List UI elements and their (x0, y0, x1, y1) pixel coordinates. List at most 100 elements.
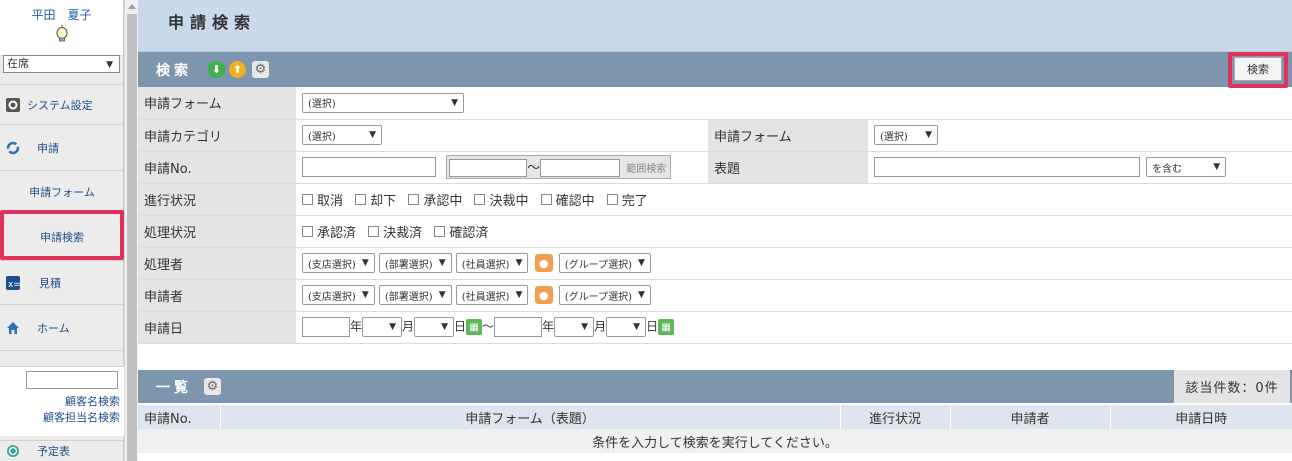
range-from-input[interactable] (449, 159, 528, 178)
group-select[interactable]: (グループ選択) ▼ (558, 253, 651, 273)
day-label: 日 (646, 319, 659, 334)
checkbox[interactable] (302, 193, 313, 205)
checkbox-label: 確認済 (449, 225, 489, 241)
subject-input[interactable] (874, 157, 1140, 177)
month-label: 月 (594, 319, 607, 334)
sidebar-item-application[interactable]: 申請 (0, 124, 124, 170)
select-value: (支店選択) (308, 291, 356, 303)
checkbox-label: 確認中 (555, 193, 595, 209)
table-row: 条件を入力して検索を実行してください。 (138, 429, 1292, 453)
user-name[interactable]: 平田 夏子 (0, 6, 123, 23)
calendar-icon[interactable]: ▦ (466, 319, 483, 335)
checkbox[interactable] (540, 193, 552, 205)
result-count: 該当件数：0件 (1174, 370, 1290, 403)
dept-select[interactable]: (部署選択) ▼ (378, 253, 452, 273)
month-from-select[interactable]: ▼ (362, 317, 403, 337)
list-panel-header: 一覧 ⚙ 該当件数：0件 (138, 370, 1292, 403)
range-to-input[interactable] (540, 159, 621, 178)
day-label: 日 (454, 319, 467, 334)
chevron-down-icon: ▼ (441, 322, 449, 332)
sidebar-item-label: ホーム (37, 321, 70, 335)
chevron-down-icon: ▼ (1213, 162, 1221, 172)
clock-icon (5, 443, 21, 459)
select-value: (グループ選択) (564, 291, 632, 303)
day-to-select[interactable]: ▼ (606, 317, 647, 337)
scrollbar-thumb[interactable] (127, 14, 137, 461)
subject-mode-select[interactable]: を含む ▼ (1146, 157, 1227, 177)
year-from-input[interactable] (302, 317, 350, 337)
select-value: (部署選択) (384, 291, 433, 303)
sidebar-item-system-settings[interactable]: システム設定 (0, 84, 124, 124)
customer-name-search-link[interactable]: 顧客名検索 (65, 393, 120, 409)
customer-rep-search-link[interactable]: 顧客担当名検索 (43, 409, 120, 425)
status-select[interactable]: 在席 ▼ (3, 55, 120, 73)
checkbox[interactable] (355, 193, 367, 205)
checkbox[interactable] (302, 225, 313, 237)
application-form-select[interactable]: (選択) ▼ (302, 92, 464, 113)
column-header[interactable]: 申請者 (950, 405, 1111, 429)
chevron-down-icon: ▼ (925, 130, 932, 140)
calendar-icon[interactable]: ▦ (658, 319, 675, 335)
sidebar-item-application-form[interactable]: 申請フォーム (0, 170, 124, 212)
chevron-down-icon: ▼ (438, 258, 446, 268)
dept-select[interactable]: (部署選択) ▼ (378, 285, 452, 305)
person-icon[interactable]: ● (534, 254, 553, 272)
checkbox[interactable] (408, 193, 420, 205)
number-row: 申請No. ～ 範囲検索 表題 を含む ▼ (138, 151, 1292, 184)
select-value: (社員選択) (461, 291, 510, 303)
checkbox-label: 承認中 (423, 193, 463, 209)
chevron-down-icon: ▼ (389, 322, 397, 332)
date-separator: ～ (482, 319, 495, 334)
branch-select[interactable]: (支店選択) ▼ (302, 253, 375, 273)
day-from-select[interactable]: ▼ (414, 317, 455, 337)
select-value: (選択) (308, 131, 336, 143)
page-title: 申請検索 (138, 0, 1292, 52)
select-value: (選択) (880, 131, 908, 143)
checkbox[interactable] (434, 225, 446, 237)
year-label: 年 (350, 319, 363, 334)
sidebar-divider (0, 350, 124, 366)
application-no-input[interactable] (302, 157, 436, 177)
customer-search-input[interactable] (26, 371, 118, 389)
sidebar-item-home[interactable]: ホーム (0, 304, 124, 350)
year-to-input[interactable] (494, 317, 543, 337)
gear-icon[interactable]: ⚙ (204, 378, 221, 395)
sidebar-item-schedule[interactable]: 予定表 (0, 440, 124, 461)
result-table: 申請No. 申請フォーム（表題） 進行状況 申請者 申請日時 条件を入力して検索… (138, 405, 1292, 453)
chevron-down-icon: ▼ (581, 322, 589, 332)
column-header[interactable]: 申請日時 (1110, 405, 1292, 429)
person-icon[interactable]: ● (534, 286, 553, 304)
column-header[interactable]: 進行状況 (840, 405, 951, 429)
scroll-up-arrow-icon[interactable] (128, 4, 136, 9)
gear-icon (5, 97, 21, 113)
checkbox[interactable] (474, 193, 486, 205)
application-form-select-2[interactable]: (選択) ▼ (874, 125, 938, 145)
checkbox[interactable] (606, 193, 618, 205)
date-label: 申請日 (138, 311, 296, 344)
gear-icon[interactable]: ⚙ (252, 61, 269, 78)
checkbox[interactable] (368, 225, 380, 237)
chevron-down-icon: ▼ (451, 97, 458, 108)
category-select[interactable]: (選択) ▼ (302, 125, 382, 145)
staff-select[interactable]: (社員選択) ▼ (455, 253, 529, 273)
staff-select[interactable]: (社員選択) ▼ (455, 285, 529, 305)
lightbulb-icon (56, 25, 67, 42)
search-form: 申請フォーム (選択) ▼ 申請カテゴリ (選択) ▼ 申請フォーム (選択) ▼ 申… (138, 87, 1292, 344)
range-search-button[interactable]: 範囲検索 (624, 164, 668, 175)
number-label: 申請No. (138, 151, 296, 184)
column-header[interactable]: 申請No. (138, 405, 221, 429)
handler-label: 処理者 (138, 247, 296, 280)
progress-label: 進行状況 (138, 183, 296, 216)
branch-select[interactable]: (支店選択) ▼ (302, 285, 375, 305)
sidebar-scrollbar[interactable] (124, 0, 138, 461)
select-value: (社員選択) (461, 259, 510, 271)
month-to-select[interactable]: ▼ (554, 317, 595, 337)
arrow-down-icon[interactable]: ⬇ (208, 61, 225, 78)
range-separator: ～ (527, 160, 541, 176)
group-select[interactable]: (グループ選択) ▼ (558, 285, 651, 305)
arrow-up-icon[interactable]: ⬆ (229, 61, 246, 78)
list-panel-title: 一覧 (156, 379, 192, 396)
sidebar-item-estimate[interactable]: x= 見積 (0, 260, 124, 304)
sidebar-item-label: システム設定 (27, 98, 93, 112)
column-header[interactable]: 申請フォーム（表題） (220, 405, 841, 429)
